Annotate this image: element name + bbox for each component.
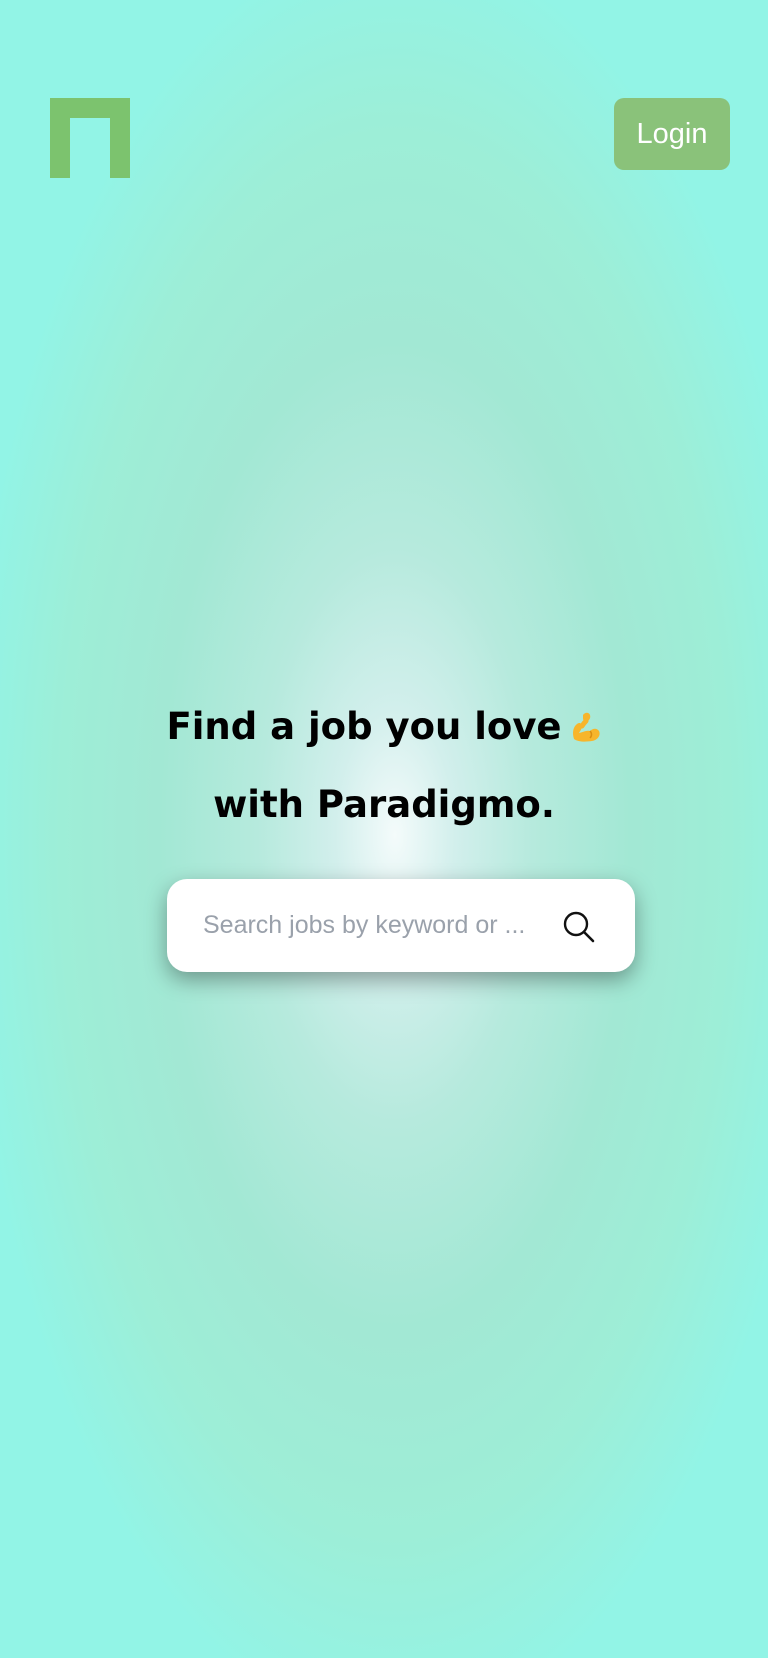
logo-icon[interactable]: [50, 98, 130, 178]
hero-heading: Find a job you love with Paradigmo.: [0, 690, 768, 842]
hero-line-1: Find a job you love: [0, 690, 768, 768]
flexed-biceps-icon: [568, 694, 602, 768]
search-icon[interactable]: [563, 911, 595, 943]
search-input[interactable]: [203, 911, 543, 940]
search-bar: [167, 879, 635, 972]
hero-line-1-text: Find a job you love: [166, 705, 562, 748]
login-button[interactable]: Login: [614, 98, 730, 170]
hero-line-2: with Paradigmo.: [213, 783, 555, 826]
